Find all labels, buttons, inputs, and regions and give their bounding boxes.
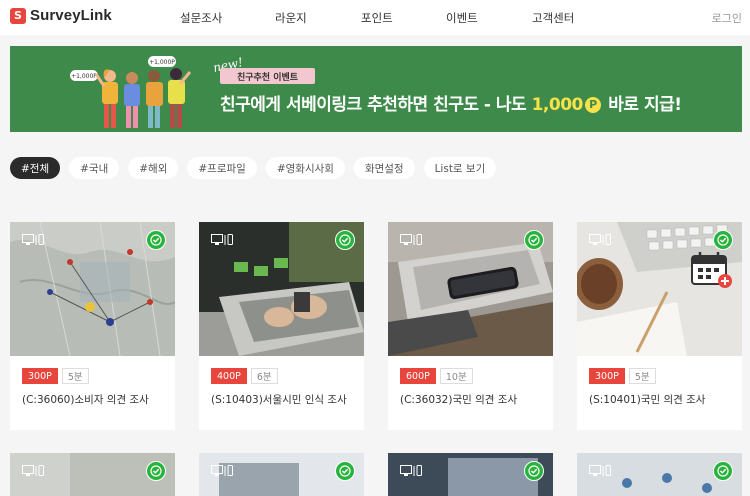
card-title: (S:10401)국민 의견 조사 — [589, 394, 706, 406]
duration-badge: 5분 — [61, 368, 89, 384]
points-badge: 400P — [211, 368, 247, 384]
top-header: S SurveyLink 설문조사 라운지 포인트 이벤트 고객센터 로그인 — [0, 0, 750, 35]
filter-all[interactable]: #전체 — [10, 157, 61, 179]
points-badge: 300P — [22, 368, 58, 384]
filter-chips: #전체 #국내 #해외 #프로파일 #영화시사회 화면설정 List로 보기 — [10, 157, 497, 179]
headline-pre: 친구에게 서베이링크 추천하면 친구도 - 나도 — [220, 95, 527, 115]
check-circle-icon — [146, 230, 166, 250]
card-image-phone — [388, 222, 553, 356]
nav-events[interactable]: 이벤트 — [446, 10, 478, 26]
card-image-laptop — [199, 222, 364, 356]
survey-card[interactable] — [199, 453, 364, 496]
headline-amount: 1,000 — [531, 95, 584, 115]
survey-card[interactable]: 600P 10분 (C:36032)국민 의견 조사 — [388, 222, 553, 430]
bubble-right-text: +1,000P — [149, 59, 175, 66]
card-title: (S:10403)서울시민 인식 조사 — [211, 394, 347, 406]
headline-post: 바로 지급! — [608, 95, 682, 115]
desktop-mobile-icon — [22, 234, 44, 246]
check-circle-icon — [713, 461, 733, 481]
survey-card[interactable] — [388, 453, 553, 496]
friends-illustration: +1,000P +1,000P — [70, 56, 192, 128]
card-title: (C:36032)국민 의견 조사 — [400, 394, 518, 406]
duration-badge: 5분 — [628, 368, 656, 384]
login-link[interactable]: 로그인 — [712, 10, 742, 26]
banner-event-pill: 친구추천 이벤트 — [220, 68, 315, 84]
card-meta: 300P 5분 — [589, 368, 656, 384]
nav-lounge[interactable]: 라운지 — [275, 10, 307, 26]
check-circle-icon — [524, 461, 544, 481]
check-circle-icon — [713, 230, 733, 250]
survey-card[interactable]: 300P 5분 (C:36060)소비자 의견 조사 — [10, 222, 175, 430]
card-image-world-map — [10, 222, 175, 356]
survey-card[interactable] — [10, 453, 175, 496]
referral-event-banner[interactable]: +1,000P +1,000P new! 친구추천 이벤트 친구에게 서베이링크… — [10, 46, 742, 132]
desktop-mobile-icon — [589, 465, 611, 477]
card-meta: 300P 5분 — [22, 368, 89, 384]
desktop-mobile-icon — [211, 234, 233, 246]
banner-headline: 친구에게 서베이링크 추천하면 친구도 - 나도 1,000 P 바로 지급! — [220, 90, 682, 115]
display-settings-button[interactable]: 화면설정 — [353, 157, 415, 179]
nav-survey[interactable]: 설문조사 — [180, 10, 222, 26]
points-badge: 600P — [400, 368, 436, 384]
nav-points[interactable]: 포인트 — [361, 10, 393, 26]
filter-overseas[interactable]: #해외 — [128, 157, 179, 179]
check-circle-icon — [335, 230, 355, 250]
survey-card[interactable]: 400P 6분 (S:10403)서울시민 인식 조사 — [199, 222, 364, 430]
point-coin-icon: P — [584, 97, 601, 113]
desktop-mobile-icon — [400, 465, 422, 477]
calendar-add-icon[interactable] — [690, 250, 734, 290]
points-badge: 300P — [589, 368, 625, 384]
card-meta: 600P 10분 — [400, 368, 473, 384]
desktop-mobile-icon — [400, 234, 422, 246]
card-title: (C:36060)소비자 의견 조사 — [22, 394, 149, 406]
desktop-mobile-icon — [589, 234, 611, 246]
duration-badge: 10분 — [439, 368, 473, 384]
survey-card[interactable] — [577, 453, 742, 496]
desktop-mobile-icon — [211, 465, 233, 477]
duration-badge: 6분 — [250, 368, 278, 384]
check-circle-icon — [335, 461, 355, 481]
filter-domestic[interactable]: #국내 — [69, 157, 120, 179]
check-circle-icon — [146, 461, 166, 481]
bubble-left-text: +1,000P — [71, 73, 97, 80]
filter-movie-preview[interactable]: #영화시사회 — [265, 157, 345, 179]
filter-profile[interactable]: #프로파일 — [187, 157, 257, 179]
nav-support[interactable]: 고객센터 — [532, 10, 574, 26]
card-meta: 400P 6분 — [211, 368, 278, 384]
check-circle-icon — [524, 230, 544, 250]
desktop-mobile-icon — [22, 465, 44, 477]
main-nav: 설문조사 라운지 포인트 이벤트 고객센터 — [0, 10, 750, 26]
list-view-button[interactable]: List로 보기 — [423, 157, 497, 179]
